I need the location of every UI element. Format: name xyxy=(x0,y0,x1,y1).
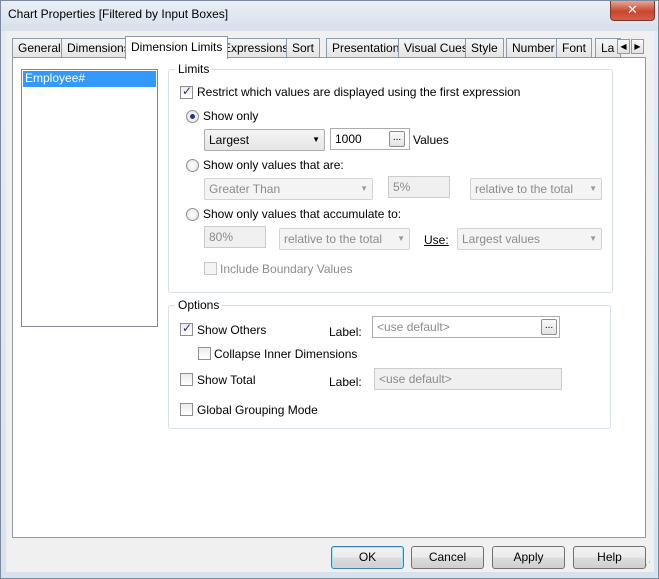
show-others-label-input[interactable]: <use default> xyxy=(372,316,560,338)
restrict-values-checkbox[interactable] xyxy=(180,84,193,99)
tab-general[interactable]: General xyxy=(12,38,67,58)
show-only-values-that-are-label: Show only values that are: xyxy=(203,158,344,172)
help-button[interactable]: Help xyxy=(573,546,646,569)
tab-sort[interactable]: Sort xyxy=(286,38,321,58)
tab-dimension-limits[interactable]: Dimension Limits xyxy=(125,36,229,59)
ellipsis-icon: ... xyxy=(392,132,402,143)
show-others-label-placeholder: <use default> xyxy=(377,320,450,334)
show-others-label: Show Others xyxy=(197,323,267,337)
show-others-label-browse-button[interactable]: ... xyxy=(541,319,557,335)
show-only-radio[interactable] xyxy=(186,110,199,123)
cancel-button[interactable]: Cancel xyxy=(411,546,484,569)
include-boundary-label: Include Boundary Values xyxy=(220,262,353,276)
show-total-label-placeholder: <use default> xyxy=(379,372,452,386)
accumulate-label: Show only values that accumulate to: xyxy=(203,207,402,221)
close-icon: ✕ xyxy=(627,2,638,17)
tab-number[interactable]: Number xyxy=(506,38,561,58)
ok-button[interactable]: OK xyxy=(331,546,404,569)
accumulate-percent-value: 80% xyxy=(209,230,234,244)
chevron-down-icon: ▼ xyxy=(397,234,405,243)
show-only-mode-select[interactable]: Largest ▼ xyxy=(204,129,325,151)
options-group-title: Options xyxy=(175,298,223,312)
chart-properties-dialog: Chart Properties [Filtered by Input Boxe… xyxy=(0,0,659,579)
threshold-percent-input[interactable]: 5% xyxy=(388,176,450,198)
show-total-checkbox[interactable] xyxy=(180,373,193,386)
tab-strip: General Dimensions Dimension Limits Expr… xyxy=(12,36,652,59)
threshold-relative-value: relative to the total xyxy=(475,182,574,196)
title-bar[interactable]: Chart Properties [Filtered by Input Boxe… xyxy=(1,1,658,31)
accumulate-radio[interactable] xyxy=(186,208,199,221)
global-grouping-mode-label: Global Grouping Mode xyxy=(197,403,318,417)
threshold-percent-value: 5% xyxy=(393,180,411,194)
include-boundary-checkbox[interactable] xyxy=(204,262,217,275)
show-only-values-that-are-radio[interactable] xyxy=(186,159,199,172)
close-button[interactable]: ✕ xyxy=(610,1,655,21)
limits-group: Limits Restrict which values are display… xyxy=(168,62,613,293)
show-total-label-field-label: Label: xyxy=(329,375,362,389)
restrict-values-label: Restrict which values are displayed usin… xyxy=(197,85,521,99)
chevron-down-icon: ▼ xyxy=(589,184,597,193)
chevron-down-icon: ▼ xyxy=(360,184,368,193)
tab-scroll-left-button[interactable]: ◀ xyxy=(617,39,630,54)
collapse-inner-dimensions-label: Collapse Inner Dimensions xyxy=(214,347,358,361)
tab-expressions[interactable]: Expressions xyxy=(217,38,295,58)
comparison-operator-select[interactable]: Greater Than ▼ xyxy=(204,178,373,200)
collapse-inner-dimensions-checkbox[interactable] xyxy=(198,347,211,360)
use-label: Use: xyxy=(424,233,449,247)
window-title: Chart Properties [Filtered by Input Boxe… xyxy=(8,7,229,21)
options-group: Options Show Others Label: <use default>… xyxy=(168,298,611,429)
arrow-left-icon: ◀ xyxy=(620,42,627,51)
accumulate-use-select[interactable]: Largest values ▼ xyxy=(457,228,602,250)
tab-font[interactable]: Font xyxy=(556,38,593,58)
dimension-list[interactable]: Employee# xyxy=(21,69,158,327)
show-others-checkbox[interactable] xyxy=(180,321,193,336)
show-total-label: Show Total xyxy=(197,373,256,387)
tab-presentation[interactable]: Presentation xyxy=(326,38,406,58)
show-only-mode-value: Largest xyxy=(209,133,250,147)
dimension-list-item[interactable]: Employee# xyxy=(23,71,156,87)
threshold-relative-select[interactable]: relative to the total ▼ xyxy=(470,178,602,200)
values-label: Values xyxy=(413,133,449,147)
accumulate-use-value: Largest values xyxy=(462,232,541,246)
chevron-down-icon: ▼ xyxy=(312,135,320,144)
tab-scroll-right-button[interactable]: ▶ xyxy=(631,39,644,54)
show-only-count-browse-button[interactable]: ... xyxy=(389,131,405,147)
dialog-client-area: General Dimensions Dimension Limits Expr… xyxy=(6,31,654,572)
ellipsis-icon: ... xyxy=(544,320,554,331)
accumulate-relative-value: relative to the total xyxy=(284,232,383,246)
show-only-count-value: 1000 xyxy=(335,132,362,146)
accumulate-percent-input[interactable]: 80% xyxy=(204,226,266,248)
apply-button[interactable]: Apply xyxy=(492,546,565,569)
limits-group-title: Limits xyxy=(175,62,213,76)
comparison-operator-value: Greater Than xyxy=(209,182,281,196)
arrow-right-icon: ▶ xyxy=(634,42,641,51)
chevron-down-icon: ▼ xyxy=(589,234,597,243)
show-only-label: Show only xyxy=(203,109,259,123)
resize-grip-icon[interactable]: ⋰ xyxy=(642,560,652,570)
show-others-label-field-label: Label: xyxy=(329,325,362,339)
show-total-label-input[interactable]: <use default> xyxy=(374,368,562,390)
global-grouping-mode-checkbox[interactable] xyxy=(180,403,193,416)
accumulate-relative-select[interactable]: relative to the total ▼ xyxy=(279,228,410,250)
tab-visual-cues[interactable]: Visual Cues xyxy=(398,38,474,58)
dimension-limits-panel: Employee# Limits Restrict which values a… xyxy=(12,57,646,538)
tab-style[interactable]: Style xyxy=(465,38,504,58)
